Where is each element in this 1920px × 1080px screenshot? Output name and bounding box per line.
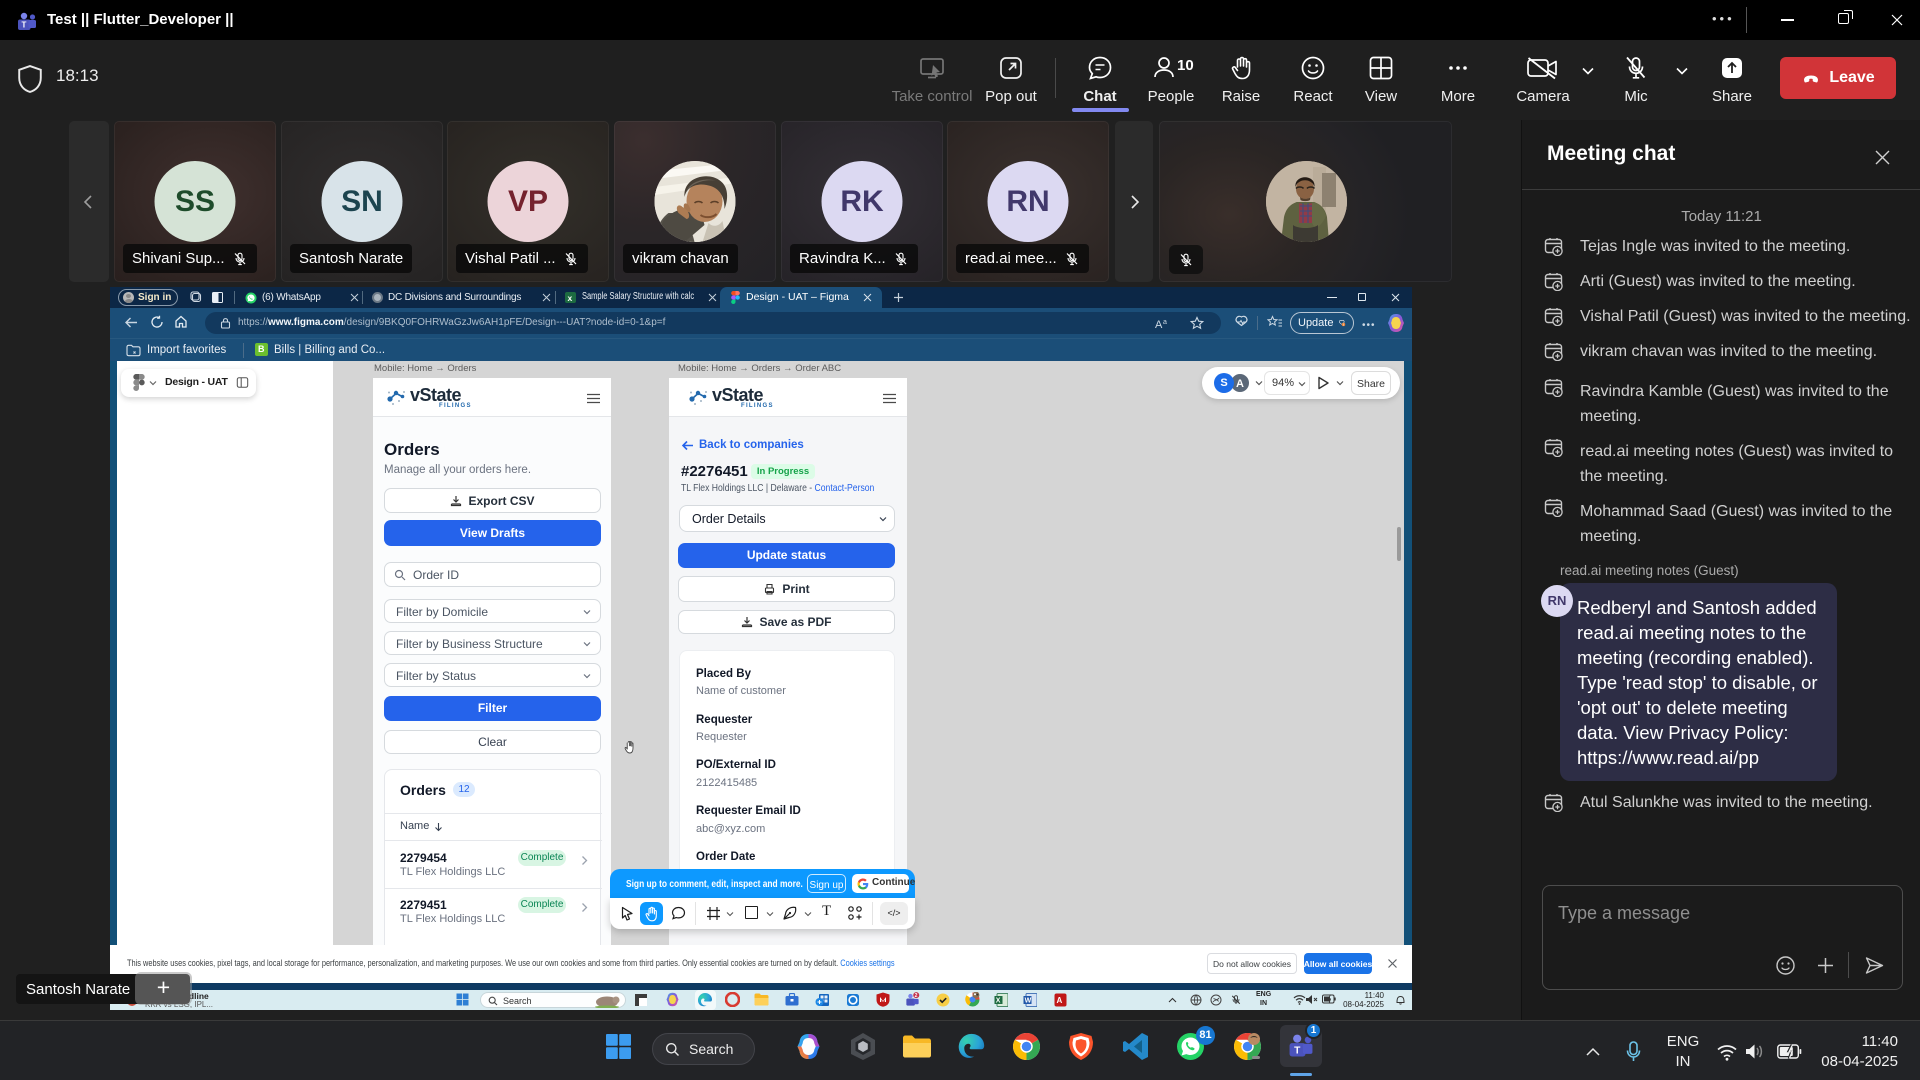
svg-text:T: T — [22, 21, 27, 30]
svg-text:X: X — [996, 997, 1001, 1004]
svg-text:W: W — [1025, 997, 1032, 1004]
svg-text:A: A — [1057, 996, 1063, 1005]
svg-text:2: 2 — [915, 993, 918, 999]
svg-text:A: A — [1155, 319, 1163, 330]
svg-text:a: a — [1163, 319, 1167, 326]
svg-text:10: 10 — [1177, 57, 1194, 74]
svg-text:!: ! — [1343, 323, 1344, 327]
svg-text:T: T — [1294, 1045, 1301, 1056]
